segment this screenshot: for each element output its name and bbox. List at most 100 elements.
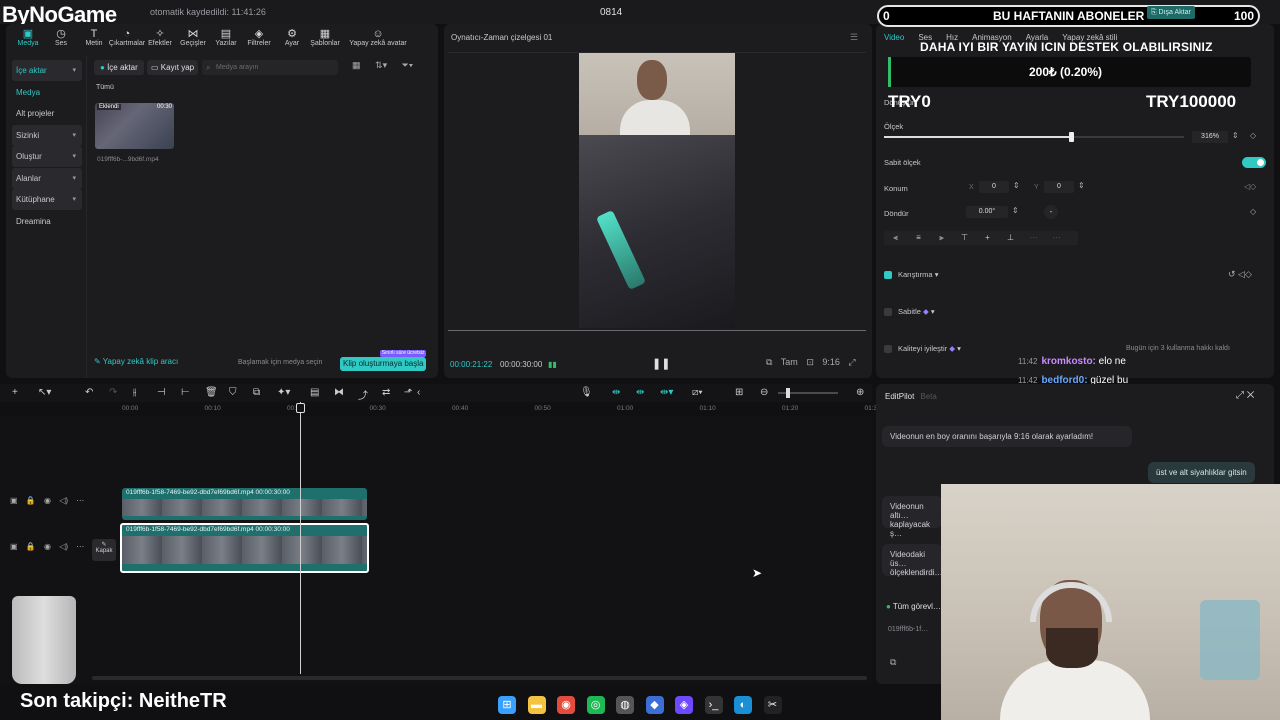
more-icon[interactable]: ⋯ — [76, 496, 84, 505]
add-track-icon[interactable]: + — [12, 387, 18, 398]
proton-icon[interactable]: ◈ — [675, 696, 693, 714]
preview-axis-icon[interactable]: ⧄▾ — [692, 387, 703, 398]
lock-icon[interactable]: 🔒 — [26, 496, 36, 505]
align-left-icon[interactable]: ⫷ — [884, 231, 907, 245]
flip-icon[interactable]: ⬏ — [404, 387, 412, 398]
shield-icon[interactable]: ⛉ — [229, 387, 237, 398]
export-button[interactable]: ⎘ Dışa Aktar — [1147, 6, 1195, 19]
pause-button[interactable]: ❚❚ — [652, 357, 670, 370]
split-icon[interactable]: ⫲ — [133, 387, 136, 398]
timeline-ruler[interactable]: 00:0000:1000:2000:3000:4000:5001:0001:10… — [90, 402, 881, 416]
sidebar-item[interactable]: Sizinki ▾ — [12, 124, 82, 146]
snap-icon[interactable]: ⇹ — [636, 387, 644, 398]
split-left-icon[interactable]: ⊣ — [157, 387, 166, 398]
delete-icon[interactable]: 🗑 — [205, 387, 218, 398]
obs-icon[interactable]: ◍ — [616, 696, 634, 714]
sidebar-item[interactable]: Alanlar ▾ — [12, 167, 82, 189]
attach-icon[interactable]: ⧉ — [890, 657, 896, 668]
visibility-icon[interactable]: ◉ — [44, 496, 51, 505]
keyframe-icon[interactable]: ◇ — [1250, 131, 1256, 140]
sidebar-item[interactable]: Dreamina — [12, 211, 82, 232]
rotate-stepper-icon[interactable]: ⇕ — [1012, 206, 1019, 215]
split-right-icon[interactable]: ⊢ — [181, 387, 190, 398]
stabilize-label[interactable]: Sabitle ◆ ▾ — [898, 307, 935, 316]
playhead[interactable] — [300, 402, 301, 674]
file-explorer-icon[interactable]: ▬ — [527, 696, 546, 714]
close-icon[interactable]: ✕ — [1247, 390, 1255, 401]
stepper-icon[interactable]: ⇕ — [1232, 131, 1239, 140]
scale-value[interactable]: 316% — [1192, 131, 1228, 143]
uniform-scale-toggle[interactable] — [1242, 157, 1266, 168]
crop-icon[interactable]: ⧉ — [253, 387, 260, 398]
filter-all-label[interactable]: Tümü — [96, 84, 114, 91]
record-button[interactable]: ▭ Kayıt yap — [147, 60, 199, 75]
transition-icon[interactable]: ⧓ — [334, 387, 344, 398]
sidebar-item[interactable]: İçe aktar ▾ — [12, 60, 82, 81]
link-main-icon[interactable]: ⇹ — [612, 387, 620, 398]
zoom-out-icon[interactable]: ⊖ — [760, 387, 768, 398]
terminal-icon[interactable]: ›_ — [704, 696, 723, 714]
import-button[interactable]: ● İçe aktar — [94, 60, 144, 75]
crop-icon[interactable]: ⧉ — [766, 357, 772, 367]
player-progress-line[interactable] — [448, 330, 866, 331]
zoom-slider-handle[interactable] — [786, 388, 790, 398]
align-bottom-icon[interactable]: ⊥ — [999, 231, 1022, 245]
freeze-icon[interactable]: ▤ — [310, 387, 319, 398]
rotate-input[interactable]: 0.00° — [966, 206, 1008, 218]
playhead-handle[interactable] — [296, 403, 305, 413]
full-quality-button[interactable]: Tam — [781, 357, 798, 367]
mute-icon[interactable]: ◁) — [59, 496, 68, 505]
x-stepper-icon[interactable]: ⇕ — [1013, 181, 1020, 190]
main-clip[interactable]: 019fff6b-1f58-7469-be92-dbd7ef69bd6f.mp4… — [120, 523, 369, 573]
align-top-icon[interactable]: ⊤ — [953, 231, 976, 245]
zoom-in-icon[interactable]: ⊕ — [856, 387, 864, 398]
fullscreen-icon[interactable]: ⤢ — [848, 357, 855, 367]
visibility-icon[interactable]: ◉ — [44, 542, 51, 551]
magic-icon[interactable]: ✦▾ — [277, 387, 290, 398]
windows-start-icon[interactable]: ⊞ — [498, 696, 516, 714]
sidebar-item[interactable]: Kütüphane ▾ — [12, 189, 82, 210]
align-right-icon[interactable]: ⫸ — [930, 231, 953, 245]
capcut-icon[interactable]: ✂ — [763, 696, 782, 714]
reset-diamond-icon[interactable]: ◁◇ — [1244, 182, 1256, 191]
menu-icon[interactable]: ☰ — [850, 32, 858, 43]
sidebar-item[interactable]: Medya — [12, 82, 82, 103]
scale-slider-handle[interactable] — [1069, 132, 1074, 142]
aspect-ratio-button[interactable]: 9:16 — [822, 357, 840, 367]
rotate-dial-icon[interactable]: - — [1044, 205, 1058, 219]
stabilize-checkbox[interactable] — [884, 308, 892, 316]
tab-ai-avatar[interactable]: ☺ Yapay zekâ avatar — [346, 28, 410, 47]
collapse-icon[interactable]: ‹ — [417, 387, 420, 398]
enhance-checkbox[interactable] — [884, 345, 892, 353]
spotify-icon[interactable]: ◎ — [586, 696, 605, 714]
tab-templates[interactable]: ▦ Şablonlar — [303, 28, 347, 47]
zoom-fit-icon[interactable]: ⊞ — [735, 387, 743, 398]
media-search-input[interactable]: ⌕ Medya arayın — [202, 60, 338, 75]
y-input[interactable]: 0 — [1044, 181, 1074, 193]
blend-checkbox[interactable] — [884, 271, 892, 279]
blend-label[interactable]: Karıştırma ▾ — [898, 270, 938, 279]
cover-button[interactable]: ✎ Kapak — [92, 539, 116, 561]
lock-icon[interactable]: 🔒 — [26, 542, 36, 551]
ai-clip-tool[interactable]: ✎ Yapay zekâ klip aracı — [94, 357, 178, 366]
app2-icon[interactable]: ◐ — [734, 696, 752, 714]
speed-icon[interactable]: ⤴ — [358, 387, 368, 402]
undo-icon[interactable]: ↶ — [85, 387, 93, 398]
media-clip-thumbnail[interactable]: Eklendi 00:30 — [95, 103, 174, 149]
snapshot-icon[interactable]: ⊡ — [806, 357, 814, 367]
align-center-icon[interactable]: ≡ — [907, 231, 930, 245]
link-icon[interactable]: ⇹▾ — [660, 387, 673, 398]
start-clip-button[interactable]: Sınırlı süre ücretsiz Klip oluşturmaya ba… — [340, 350, 427, 371]
expand-icon[interactable]: ⤢ — [1236, 390, 1244, 401]
align-middle-icon[interactable]: + — [976, 231, 999, 245]
overlay-clip[interactable]: 019fff6b-1f58-7469-be92-dbd7ef69bd6f.mp4… — [122, 488, 367, 520]
mute-icon[interactable]: ◁) — [59, 542, 68, 551]
property-tab[interactable]: Video — [884, 33, 904, 42]
project-name[interactable]: 0814 — [600, 7, 622, 18]
sidebar-item[interactable]: Alt projeler — [12, 103, 82, 124]
chrome-icon[interactable]: ◉ — [557, 696, 575, 714]
enhance-label[interactable]: Kaliteyi iyileştir ◆ ▾ — [898, 344, 961, 353]
reset-icon[interactable]: ↺ ◁◇ — [1228, 269, 1252, 280]
app-icon[interactable]: ◆ — [645, 696, 664, 714]
y-stepper-icon[interactable]: ⇕ — [1078, 181, 1085, 190]
